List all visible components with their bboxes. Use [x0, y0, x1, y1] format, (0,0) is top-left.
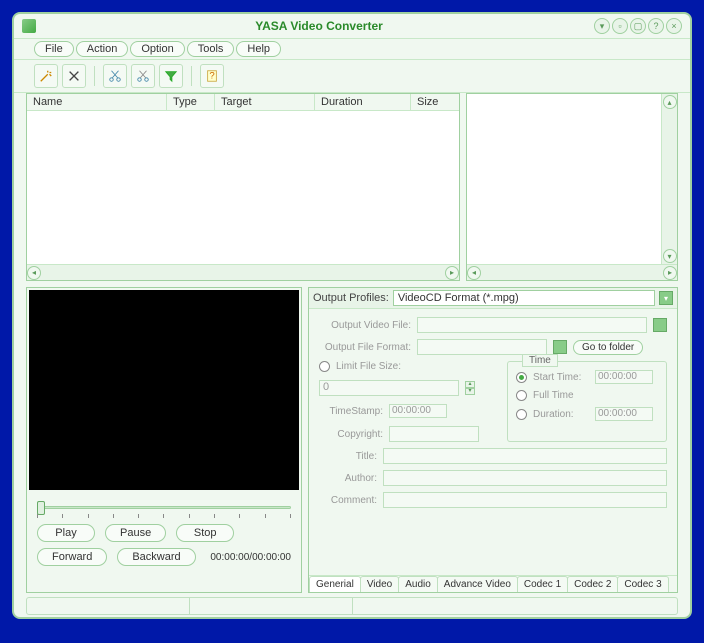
col-target[interactable]: Target: [215, 94, 315, 110]
menu-option[interactable]: Option: [130, 41, 184, 57]
preview-canvas: [467, 94, 661, 264]
full-time-radio[interactable]: [516, 390, 527, 401]
toolbar: ?: [14, 60, 690, 93]
title-label: Title:: [319, 451, 377, 462]
limit-file-size-radio[interactable]: [319, 361, 330, 372]
restore-button[interactable]: ▫: [612, 18, 628, 34]
help-icon[interactable]: ?: [200, 64, 224, 88]
col-type[interactable]: Type: [167, 94, 215, 110]
scroll-left-icon[interactable]: ◂: [467, 266, 481, 280]
player-screen: [29, 290, 299, 490]
timestamp-label: TimeStamp:: [319, 406, 383, 417]
output-file-format-label: Output File Format:: [319, 342, 411, 353]
start-time-input[interactable]: 00:00:00: [595, 370, 653, 384]
tab-codec1[interactable]: Codec 1: [517, 576, 568, 592]
statusbar: [26, 597, 678, 615]
tab-advance-video[interactable]: Advance Video: [437, 576, 518, 592]
play-button[interactable]: Play: [37, 524, 95, 542]
col-name[interactable]: Name: [27, 94, 167, 110]
menubar: File Action Option Tools Help: [14, 38, 690, 60]
titlebar: YASA Video Converter ▾ ▫ ▢ ? ×: [14, 14, 690, 38]
seek-slider[interactable]: [37, 500, 291, 518]
start-time-radio[interactable]: [516, 372, 527, 383]
filter-icon[interactable]: [159, 64, 183, 88]
author-input[interactable]: [383, 470, 667, 486]
duration-input[interactable]: 00:00:00: [595, 407, 653, 421]
profile-dropdown-icon[interactable]: ▾: [659, 291, 673, 305]
help-button[interactable]: ?: [648, 18, 664, 34]
time-group: Time Start Time: 00:00:00 Full Time: [507, 361, 667, 442]
comment-label: Comment:: [319, 495, 377, 506]
cut-icon[interactable]: [103, 64, 127, 88]
tab-codec2[interactable]: Codec 2: [567, 576, 618, 592]
preview-vscroll[interactable]: ▴ ▾: [661, 94, 677, 264]
settings-tabs: Generial Video Audio Advance Video Codec…: [309, 575, 677, 592]
scroll-down-icon[interactable]: ▾: [663, 249, 677, 263]
author-label: Author:: [319, 473, 377, 484]
menu-help[interactable]: Help: [236, 41, 281, 57]
output-profiles-label: Output Profiles:: [313, 292, 389, 304]
output-video-file-label: Output Video File:: [319, 320, 411, 331]
minimize-button[interactable]: ▾: [594, 18, 610, 34]
timestamp-input[interactable]: 00:00:00: [389, 404, 447, 418]
forward-button[interactable]: Forward: [37, 548, 107, 566]
output-video-file-input[interactable]: [417, 317, 647, 333]
title-input[interactable]: [383, 448, 667, 464]
main-window: YASA Video Converter ▾ ▫ ▢ ? × File Acti…: [12, 12, 692, 619]
format-dropdown-icon[interactable]: [553, 340, 567, 354]
window-title: YASA Video Converter: [44, 19, 594, 33]
output-file-format-input[interactable]: [417, 339, 547, 355]
output-profile-combo[interactable]: VideoCD Format (*.mpg): [393, 290, 655, 306]
timecode-label: 00:00:00/00:00:00: [210, 552, 291, 563]
backward-button[interactable]: Backward: [117, 548, 195, 566]
menu-file[interactable]: File: [34, 41, 74, 57]
limit-file-size-label: Limit File Size:: [336, 361, 401, 372]
player-panel: Play Pause Stop Forward Backward 00:00:0…: [26, 287, 302, 593]
browse-video-file-icon[interactable]: [653, 318, 667, 332]
settings-panel: Output Profiles: VideoCD Format (*.mpg) …: [308, 287, 678, 593]
full-time-label: Full Time: [533, 390, 589, 401]
cut2-icon[interactable]: [131, 64, 155, 88]
filesize-spinner[interactable]: ▴▾: [465, 381, 475, 395]
col-size[interactable]: Size: [411, 94, 459, 110]
tab-codec3[interactable]: Codec 3: [617, 576, 668, 592]
maximize-button[interactable]: ▢: [630, 18, 646, 34]
svg-text:?: ?: [209, 71, 214, 82]
preview-hscroll[interactable]: ◂ ▸: [467, 264, 677, 280]
file-list: Name Type Target Duration Size ◂ ▸: [26, 93, 460, 281]
preview-panel: ▴ ▾ ◂ ▸: [466, 93, 678, 281]
wand-icon[interactable]: [34, 64, 58, 88]
copyright-label: Copyright:: [319, 429, 383, 440]
tab-video[interactable]: Video: [360, 576, 399, 592]
pause-button[interactable]: Pause: [105, 524, 166, 542]
copyright-input[interactable]: [389, 426, 479, 442]
duration-label: Duration:: [533, 409, 589, 420]
duration-radio[interactable]: [516, 409, 527, 420]
file-list-body[interactable]: [27, 111, 459, 264]
file-list-hscroll[interactable]: ◂ ▸: [27, 264, 459, 280]
col-duration[interactable]: Duration: [315, 94, 411, 110]
stop-button[interactable]: Stop: [176, 524, 234, 542]
start-time-label: Start Time:: [533, 372, 589, 383]
tab-general[interactable]: Generial: [309, 576, 361, 592]
time-legend: Time: [522, 354, 558, 367]
scroll-right-icon[interactable]: ▸: [445, 266, 459, 280]
tab-audio[interactable]: Audio: [398, 576, 438, 592]
scroll-right-icon[interactable]: ▸: [663, 266, 677, 280]
app-icon: [22, 19, 36, 33]
go-to-folder-button[interactable]: Go to folder: [573, 340, 643, 355]
close-button[interactable]: ×: [666, 18, 682, 34]
scroll-left-icon[interactable]: ◂: [27, 266, 41, 280]
menu-action[interactable]: Action: [76, 41, 129, 57]
limit-file-size-input[interactable]: 0: [319, 380, 459, 396]
scroll-up-icon[interactable]: ▴: [663, 95, 677, 109]
menu-tools[interactable]: Tools: [187, 41, 235, 57]
delete-icon[interactable]: [62, 64, 86, 88]
comment-input[interactable]: [383, 492, 667, 508]
